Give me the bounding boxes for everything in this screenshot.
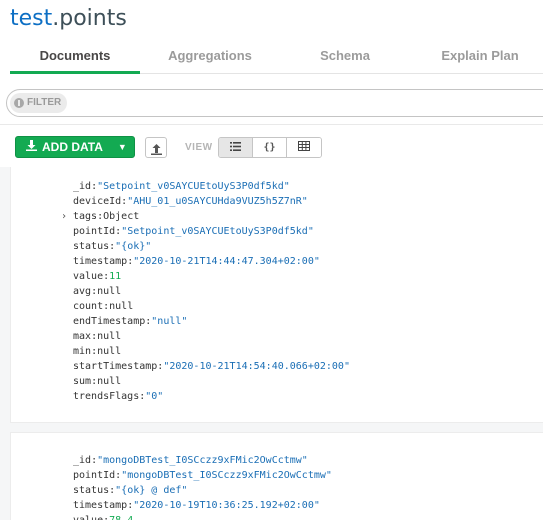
field-value: null: [97, 376, 122, 387]
field-value: "2020-10-21T14:54:40.066+02:00": [163, 361, 350, 372]
field-name: avg: [73, 286, 92, 297]
field-name: value: [73, 271, 104, 282]
tab-explain-plan[interactable]: Explain Plan: [415, 40, 543, 74]
field-name: sum: [73, 376, 92, 387]
tab-documents[interactable]: Documents: [10, 40, 140, 74]
field-row[interactable]: avg:null: [73, 284, 121, 299]
field-value: null: [97, 346, 122, 357]
field-name: count: [73, 301, 104, 312]
field-row[interactable]: timestamp:"2020-10-21T14:44:47.304+02:00…: [73, 254, 320, 269]
caret-down-icon: ▼: [117, 142, 127, 152]
field-value: null: [109, 301, 134, 312]
field-name: _id: [73, 455, 92, 466]
upload-icon: [151, 142, 162, 160]
field-value: "mongoDBTest_I0SCczz9xFMic2OwCctmw": [121, 470, 332, 481]
field-name: endTimestamp: [73, 316, 146, 327]
namespace-title: test.points: [10, 6, 127, 31]
field-value: "Setpoint_v0SAYCUEtoUyS3P0df5kd": [121, 226, 314, 237]
field-row[interactable]: pointId:"mongoDBTest_I0SCczz9xFMic2OwCct…: [73, 468, 332, 483]
field-row[interactable]: status:"{ok}": [73, 239, 151, 254]
filter-pill[interactable]: FILTER: [10, 93, 68, 113]
document-card[interactable]: _id:"mongoDBTest_I0SCczz9xFMic2OwCctmw" p…: [10, 432, 543, 520]
field-name: _id: [73, 181, 92, 192]
field-name: trendsFlags: [73, 391, 140, 402]
field-value: "{ok} @ def": [115, 485, 188, 496]
field-value: "2020-10-21T14:44:47.304+02:00": [133, 256, 320, 267]
expand-chevron-icon[interactable]: ›: [61, 209, 67, 224]
field-value: "Setpoint_v0SAYCUEtoUyS3P0df5kd": [97, 181, 290, 192]
field-name: status: [73, 241, 110, 252]
field-name: value: [73, 515, 103, 520]
field-row[interactable]: _id:"mongoDBTest_I0SCczz9xFMic2OwCctmw": [73, 453, 308, 468]
export-collection-button[interactable]: [145, 137, 167, 158]
field-row[interactable]: value:78.4: [73, 513, 133, 520]
view-switcher: {}: [218, 137, 322, 158]
field-value: "0": [145, 391, 164, 402]
field-value: 11: [109, 271, 122, 282]
documents-list: _id:"Setpoint_v0SAYCUEtoUyS3P0df5kd" devi…: [0, 167, 543, 520]
field-value: null: [97, 286, 122, 297]
field-value: "{ok}": [115, 241, 152, 252]
field-name: min: [73, 346, 92, 357]
field-row[interactable]: pointId:"Setpoint_v0SAYCUEtoUyS3P0df5kd": [73, 224, 314, 239]
add-data-button[interactable]: ADD DATA ▼: [15, 136, 135, 158]
field-name: timestamp: [73, 256, 128, 267]
document-card[interactable]: _id:"Setpoint_v0SAYCUEtoUyS3P0df5kd" devi…: [10, 167, 543, 423]
field-row[interactable]: startTimestamp:"2020-10-21T14:54:40.066+…: [73, 359, 350, 374]
view-json-button[interactable]: {}: [253, 138, 287, 157]
field-row[interactable]: sum:null: [73, 374, 121, 389]
field-value: Object: [103, 211, 140, 222]
filter-label: FILTER: [27, 97, 62, 108]
field-value: "2020-10-19T10:36:25.192+02:00": [133, 500, 320, 511]
list-icon: [230, 141, 241, 154]
add-data-label: ADD DATA: [42, 140, 103, 154]
filter-input[interactable]: FILTER: [6, 89, 543, 117]
field-value: null: [97, 331, 122, 342]
view-table-button[interactable]: [287, 138, 321, 157]
field-row[interactable]: status:"{ok} @ def": [73, 483, 187, 498]
field-row[interactable]: endTimestamp:"null": [73, 314, 187, 329]
field-row[interactable]: value:11: [73, 269, 121, 284]
field-row[interactable]: › tags:Object: [61, 209, 140, 224]
field-name: startTimestamp: [73, 361, 158, 372]
view-label: VIEW: [185, 142, 213, 153]
table-icon: [298, 141, 310, 154]
database-name[interactable]: test: [10, 6, 52, 31]
field-row[interactable]: min:null: [73, 344, 121, 359]
tab-aggregations[interactable]: Aggregations: [145, 40, 275, 74]
field-row[interactable]: trendsFlags:"0": [73, 389, 163, 404]
collection-tabs: Documents Aggregations Schema Explain Pl…: [10, 40, 543, 74]
field-name: status: [73, 485, 110, 496]
field-value: "mongoDBTest_I0SCczz9xFMic2OwCctmw": [97, 455, 308, 466]
field-name: timestamp: [73, 500, 128, 511]
download-icon: [26, 140, 37, 154]
view-list-button[interactable]: [219, 138, 253, 157]
field-name: deviceId: [73, 196, 122, 207]
tab-schema[interactable]: Schema: [280, 40, 410, 74]
field-name: pointId: [73, 226, 116, 237]
info-icon: [14, 98, 24, 108]
field-value: "AHU_01_u0SAYCUHda9VUZ5h5Z7nR": [127, 196, 308, 207]
field-name: max: [73, 331, 92, 342]
collection-name: points: [59, 6, 127, 31]
field-name: pointId: [73, 470, 116, 481]
field-row[interactable]: deviceId:"AHU_01_u0SAYCUHda9VUZ5h5Z7nR": [73, 194, 308, 209]
toolbar-divider: [0, 124, 543, 125]
field-name: tags: [73, 211, 98, 222]
field-value: "null": [151, 316, 188, 327]
field-row[interactable]: _id:"Setpoint_v0SAYCUEtoUyS3P0df5kd": [73, 179, 290, 194]
field-row[interactable]: max:null: [73, 329, 121, 344]
field-row[interactable]: timestamp:"2020-10-19T10:36:25.192+02:00…: [73, 498, 320, 513]
json-braces-icon: {}: [263, 142, 276, 153]
field-value: 78.4: [109, 515, 133, 520]
field-row[interactable]: count:null: [73, 299, 133, 314]
